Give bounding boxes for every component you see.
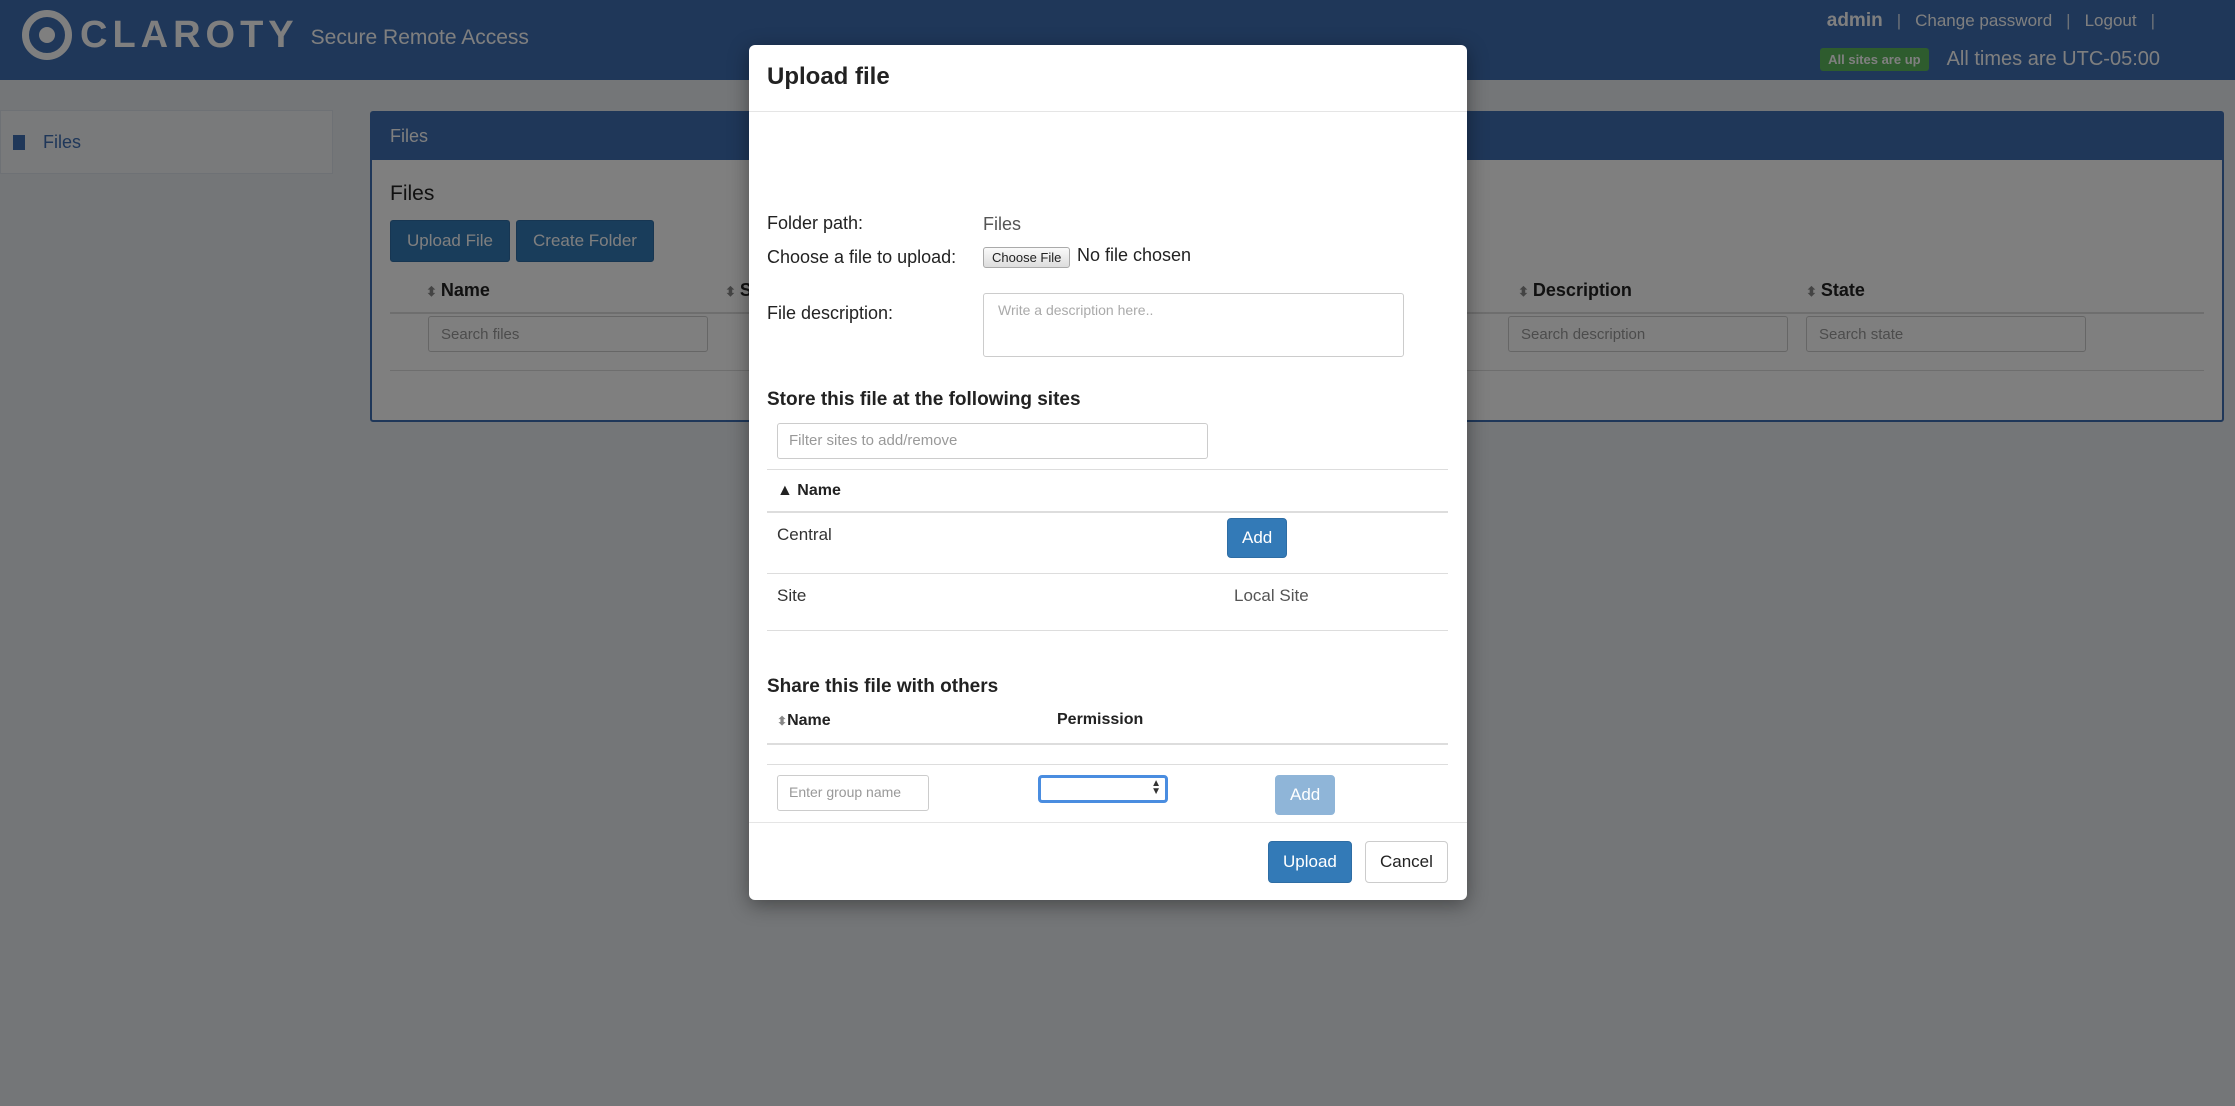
sort-icon: ⬍ xyxy=(777,714,788,728)
modal-body: Folder path: Files Choose a file to uplo… xyxy=(749,113,1467,822)
add-share-button[interactable]: Add xyxy=(1275,775,1336,815)
upload-button[interactable]: Upload xyxy=(1268,841,1352,883)
cancel-button[interactable]: Cancel xyxy=(1365,841,1448,883)
sites-column-name[interactable]: ▲ Name xyxy=(777,482,841,500)
folder-path-value: Files xyxy=(983,214,1022,234)
store-sites-heading: Store this file at the following sites xyxy=(767,389,1081,410)
no-file-chosen-text: No file chosen xyxy=(1077,245,1192,265)
file-description-label: File description: xyxy=(767,303,894,323)
site-name-site: Site xyxy=(777,586,807,605)
share-column-permission: Permission xyxy=(1057,711,1144,728)
file-description-textarea[interactable]: Write a description here.. xyxy=(983,293,1404,357)
modal-title: Upload file xyxy=(767,63,890,90)
group-name-input[interactable]: Enter group name xyxy=(777,775,929,811)
folder-path-label: Folder path: xyxy=(767,213,864,233)
add-site-central-button[interactable]: Add xyxy=(1227,518,1288,558)
upload-file-modal: Upload file Folder path: Files Choose a … xyxy=(749,45,1467,900)
modal-footer: Upload Cancel xyxy=(749,822,1467,900)
choose-file-label: Choose a file to upload: xyxy=(767,247,957,267)
site-name-central: Central xyxy=(777,525,832,544)
permission-select[interactable]: ▲ ▼ xyxy=(1038,775,1168,803)
select-arrows-icon: ▲ ▼ xyxy=(1151,778,1161,797)
choose-file-button[interactable]: Choose File xyxy=(983,247,1071,268)
filter-sites-input[interactable]: Filter sites to add/remove xyxy=(777,423,1208,459)
local-site-status: Local Site xyxy=(1234,586,1309,605)
share-column-name[interactable]: ⬍Name xyxy=(777,712,831,730)
modal-header: Upload file xyxy=(749,45,1467,112)
share-file-heading: Share this file with others xyxy=(767,676,999,697)
